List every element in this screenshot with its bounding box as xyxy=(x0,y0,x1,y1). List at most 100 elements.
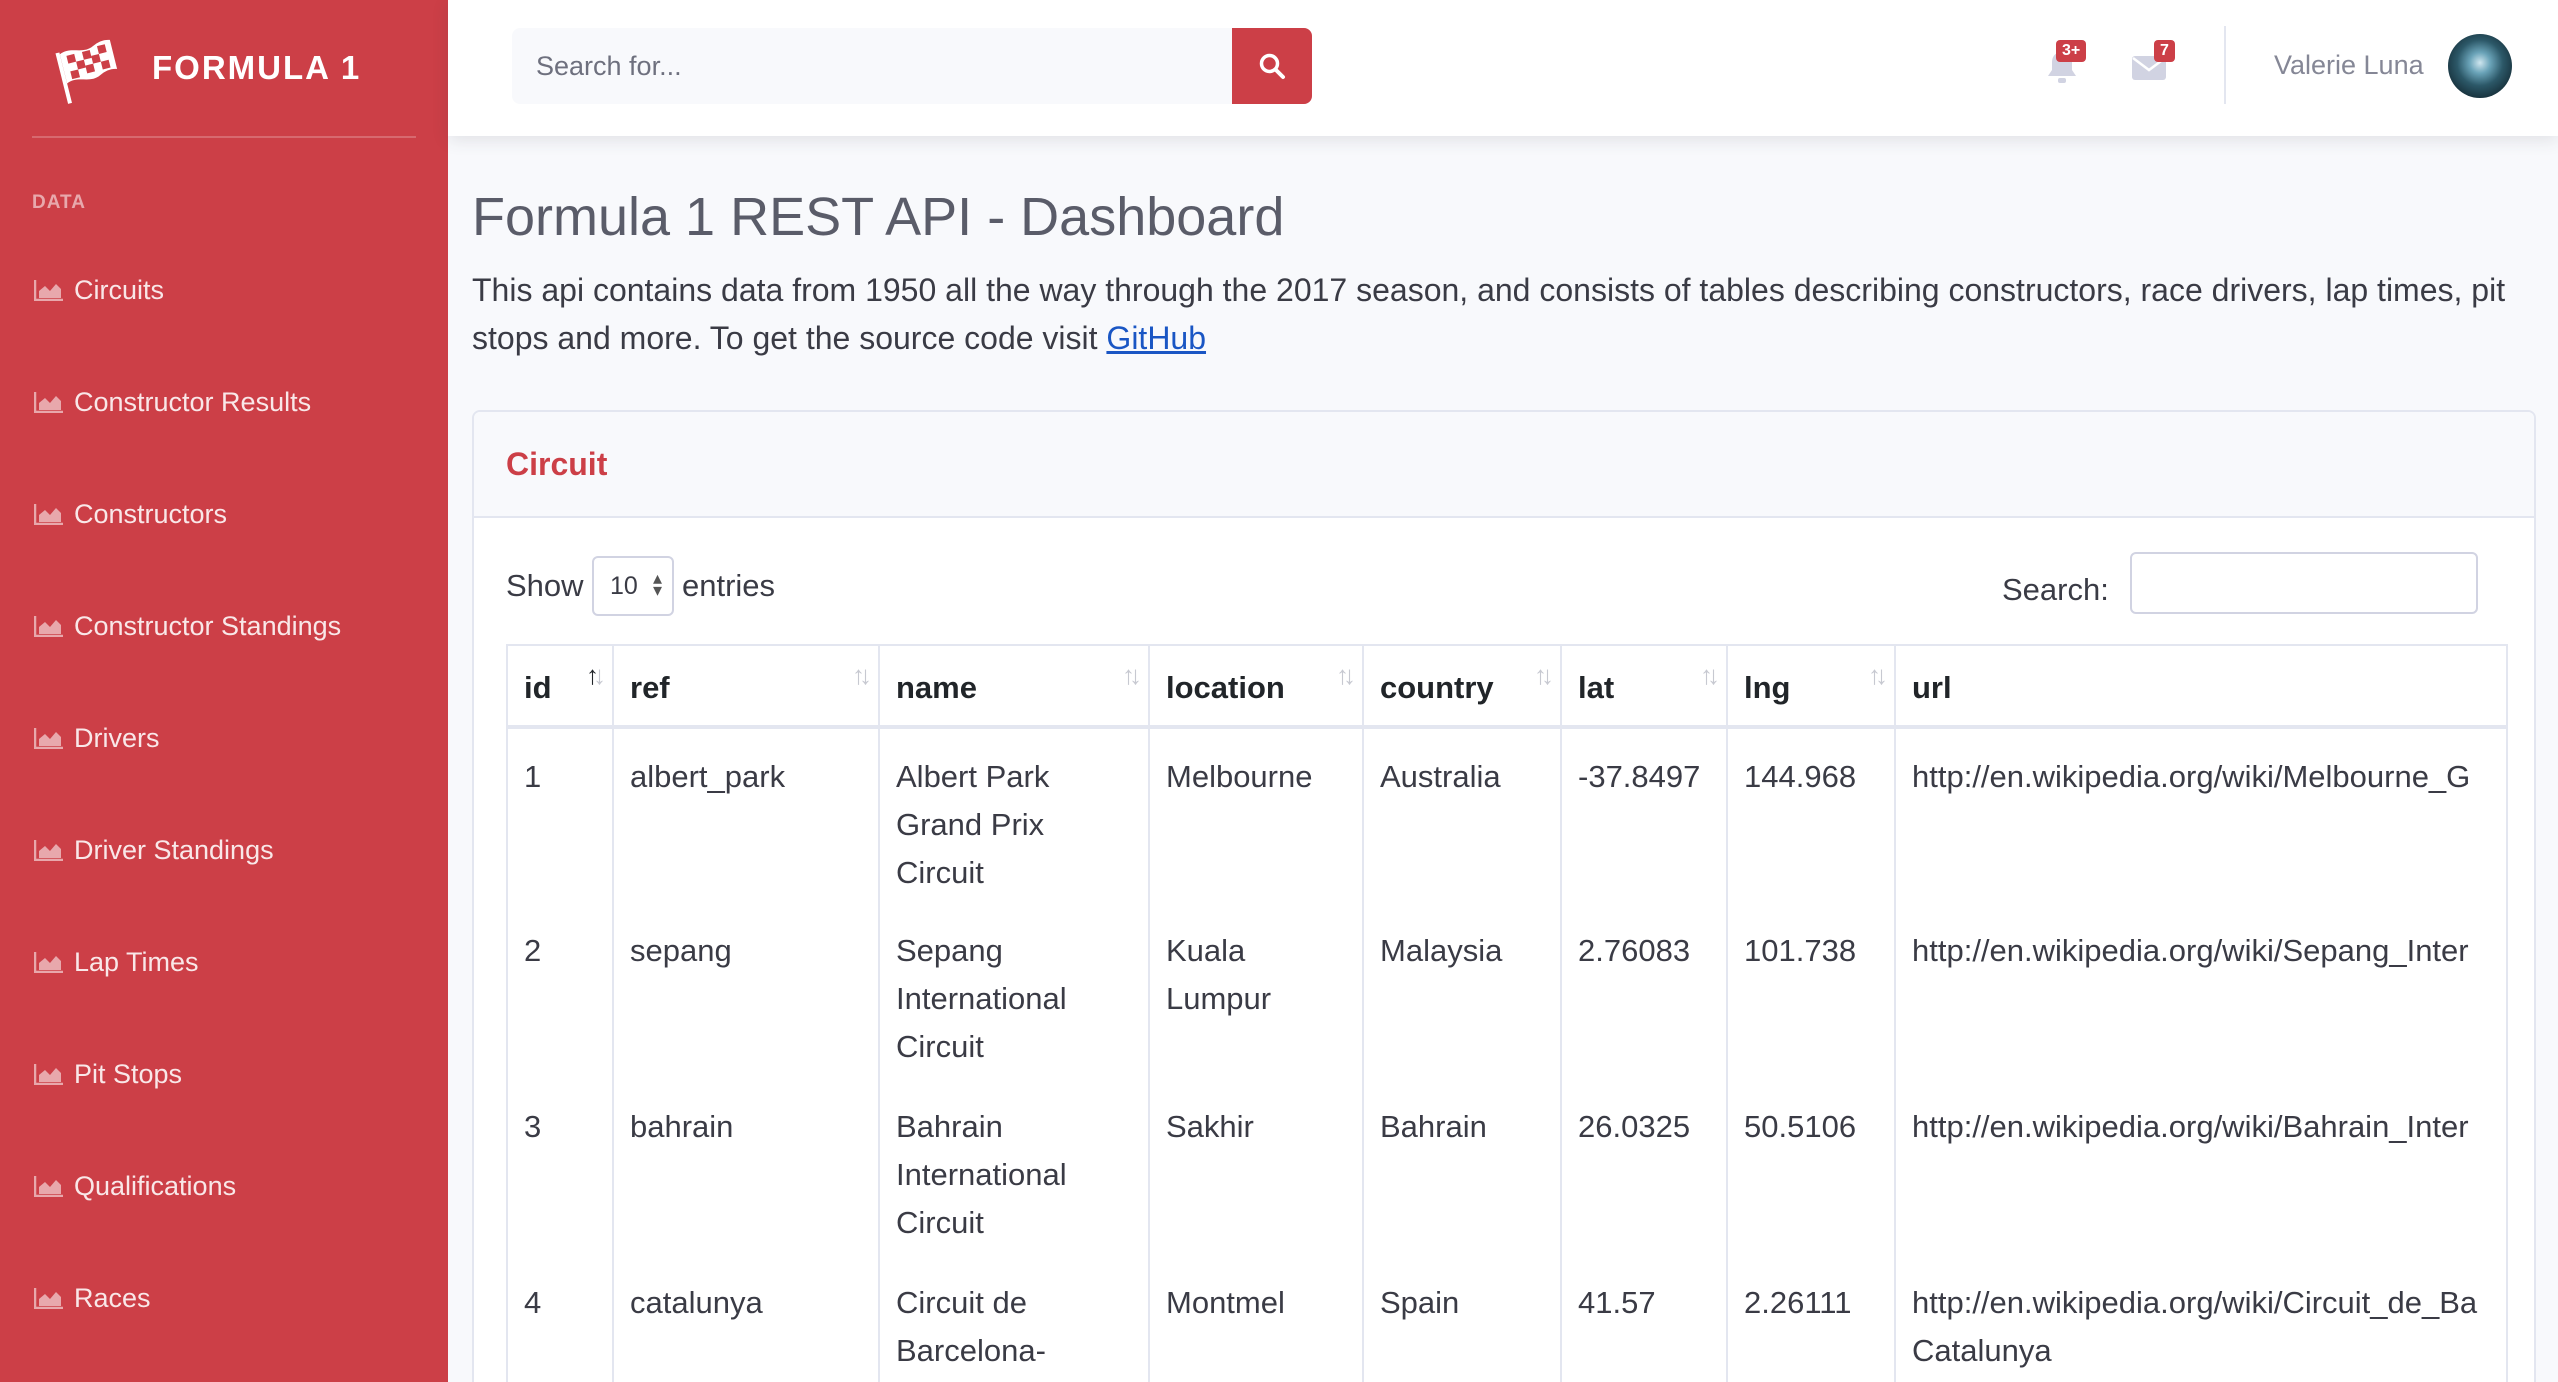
page-title: Formula 1 REST API - Dashboard xyxy=(472,187,1285,247)
table-search-label: Search: xyxy=(2002,572,2109,607)
brand-link[interactable]: FORMULA 1 xyxy=(0,0,448,136)
column-label: lat xyxy=(1578,669,1615,705)
chart-area-icon xyxy=(34,1064,63,1085)
alerts-badge: 3+ xyxy=(2056,40,2087,62)
sidebar-item-label: Constructor Results xyxy=(74,386,312,417)
sidebar-item-label: Constructors xyxy=(74,498,228,529)
column-header-location[interactable]: location ↑↓ xyxy=(1148,644,1364,729)
column-header-lat[interactable]: lat ↑↓ xyxy=(1560,644,1728,729)
cell-lat: 26.0325 xyxy=(1560,1079,1728,1255)
cell-location: Sakhir xyxy=(1148,1079,1364,1255)
sidebar-item-constructor-results[interactable]: Constructor Results xyxy=(0,346,448,458)
cell-lat: -37.8497 xyxy=(1560,727,1728,903)
sidebar-nav: Circuits Constructor Results Constructor… xyxy=(0,234,448,1354)
column-label: lng xyxy=(1744,669,1791,705)
sidebar-item-drivers[interactable]: Drivers xyxy=(0,682,448,794)
sidebar-item-constructors[interactable]: Constructors xyxy=(0,458,448,570)
user-name[interactable]: Valerie Luna xyxy=(2274,50,2424,81)
sidebar-item-qualifications[interactable]: Qualifications xyxy=(0,1130,448,1242)
table-row: 1 albert_park Albert Park Grand Prix Cir… xyxy=(506,727,2508,903)
sidebar-item-label: Races xyxy=(74,1282,151,1313)
column-header-id[interactable]: id ↑↓ xyxy=(506,644,614,729)
card-header: Circuit xyxy=(474,412,2534,518)
github-link[interactable]: GitHub xyxy=(1106,320,1206,356)
topbar-search xyxy=(512,28,1312,104)
sidebar-item-label: Constructor Standings xyxy=(74,610,342,641)
circuit-table: id ↑↓ ref ↑↓ name ↑↓ location ↑↓ country ↑↓ l… xyxy=(506,644,2508,1382)
column-label: name xyxy=(896,669,977,705)
messages-dropdown[interactable]: 7 xyxy=(2130,40,2190,90)
sidebar-item-label: Circuits xyxy=(74,274,165,305)
cell-name: Sepang International Circuit xyxy=(878,903,1150,1079)
column-header-ref[interactable]: ref ↑↓ xyxy=(612,644,880,729)
column-label: url xyxy=(1912,669,1952,705)
sidebar-divider xyxy=(32,136,416,138)
sort-asc-icon: ↑↓ xyxy=(586,660,606,690)
sidebar-item-label: Drivers xyxy=(74,722,160,753)
sidebar-item-pit-stops[interactable]: Pit Stops xyxy=(0,1018,448,1130)
table-row: 3 bahrain Bahrain International Circuit … xyxy=(506,1079,2508,1255)
cell-id: 3 xyxy=(506,1079,614,1255)
sidebar-item-lap-times[interactable]: Lap Times xyxy=(0,906,448,1018)
select-arrows-icon: ▴ ▾ xyxy=(652,568,662,600)
search-button[interactable] xyxy=(1232,28,1312,104)
sidebar-item-circuits[interactable]: Circuits xyxy=(0,234,448,346)
topbar: 3+ 7 Valerie Luna xyxy=(448,0,2558,136)
cell-url: http://en.wikipedia.org/wiki/Bahrain_Int… xyxy=(1894,1079,2508,1255)
chart-area-icon xyxy=(34,504,63,525)
cell-lat: 2.76083 xyxy=(1560,903,1728,1079)
column-header-lng[interactable]: lng ↑↓ xyxy=(1726,644,1896,729)
chart-area-icon xyxy=(34,280,63,301)
sort-icon: ↑↓ xyxy=(852,660,872,690)
table-row: 4 catalunya Circuit de Barcelona-Catalun… xyxy=(506,1255,2508,1382)
cell-ref: bahrain xyxy=(612,1079,880,1255)
table-header-row: id ↑↓ ref ↑↓ name ↑↓ location ↑↓ country ↑↓ l… xyxy=(506,644,2508,729)
column-label: ref xyxy=(630,669,670,705)
sort-icon: ↑↓ xyxy=(1534,660,1554,690)
cell-ref: albert_park xyxy=(612,727,880,903)
show-label: Show xyxy=(506,568,584,603)
chart-area-icon xyxy=(34,952,63,973)
alerts-dropdown[interactable]: 3+ xyxy=(2042,40,2102,90)
sidebar-item-driver-standings[interactable]: Driver Standings xyxy=(0,794,448,906)
cell-id: 4 xyxy=(506,1255,614,1382)
sidebar-item-races[interactable]: Races xyxy=(0,1242,448,1354)
intro-body: This api contains data from 1950 all the… xyxy=(472,272,2506,356)
sidebar: FORMULA 1 DATA Circuits Constructor Resu… xyxy=(0,0,448,1382)
column-header-url[interactable]: url xyxy=(1894,644,2508,729)
cell-location: Melbourne xyxy=(1148,727,1364,903)
intro-text: This api contains data from 1950 all the… xyxy=(472,266,2512,362)
sidebar-heading: DATA xyxy=(32,192,86,213)
table-controls: Show 10 ▴ ▾ entries Search: xyxy=(506,552,2506,616)
column-header-name[interactable]: name ↑↓ xyxy=(878,644,1150,729)
sidebar-item-label: Lap Times xyxy=(74,946,199,977)
cell-name: Circuit de Barcelona-Catalunya xyxy=(878,1255,1150,1382)
cell-lng: 50.5106 xyxy=(1726,1079,1896,1255)
search-icon xyxy=(1259,53,1285,79)
chart-area-icon xyxy=(34,1288,63,1309)
search-input[interactable] xyxy=(512,28,1232,104)
entries-value: 10 xyxy=(610,572,638,600)
avatar[interactable] xyxy=(2448,34,2512,98)
chart-area-icon xyxy=(34,392,63,413)
topbar-divider xyxy=(2224,26,2226,104)
cell-country: Malaysia xyxy=(1362,903,1562,1079)
sidebar-item-label: Pit Stops xyxy=(74,1058,183,1089)
sidebar-item-label: Driver Standings xyxy=(74,834,274,865)
cell-url: http://en.wikipedia.org/wiki/Melbourne_G xyxy=(1894,727,2508,903)
cell-lng: 2.26111 xyxy=(1726,1255,1896,1382)
sort-icon: ↑↓ xyxy=(1700,660,1720,690)
entries-select[interactable]: 10 ▴ ▾ xyxy=(592,556,674,616)
cell-name: Bahrain International Circuit xyxy=(878,1079,1150,1255)
cell-lng: 101.738 xyxy=(1726,903,1896,1079)
column-label: location xyxy=(1166,669,1285,705)
chart-area-icon xyxy=(34,728,63,749)
sort-icon: ↑↓ xyxy=(1868,660,1888,690)
chart-area-icon xyxy=(34,1176,63,1197)
table-search-input[interactable] xyxy=(2130,552,2478,614)
column-label: id xyxy=(524,669,552,705)
sidebar-item-constructor-standings[interactable]: Constructor Standings xyxy=(0,570,448,682)
column-header-country[interactable]: country ↑↓ xyxy=(1362,644,1562,729)
card-title: Circuit xyxy=(506,445,608,482)
brand-title: FORMULA 1 xyxy=(152,49,362,86)
